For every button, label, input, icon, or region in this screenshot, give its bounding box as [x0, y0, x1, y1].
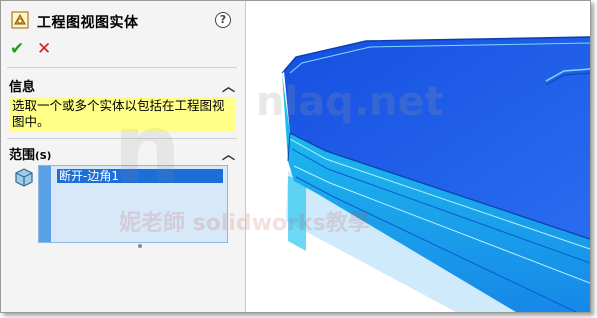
info-section-header[interactable]: 信息 ︿: [9, 76, 237, 95]
scope-shortcut: (S): [35, 151, 52, 162]
panel-title: 工程图视图实体: [37, 15, 139, 31]
chevron-up-icon[interactable]: ︿: [222, 144, 235, 163]
cancel-x-icon[interactable]: ✕: [37, 39, 51, 59]
watermark-subtitle: 妮老師 solidworks教學: [119, 211, 370, 236]
drawing-view-body-icon: [11, 11, 29, 29]
list-focus-stripe: [39, 166, 51, 242]
info-section-title: 信息: [9, 80, 36, 95]
panel-title-row: 工程图视图实体 ?: [1, 1, 245, 37]
chevron-up-icon[interactable]: ︿: [222, 76, 235, 95]
window: 工程图视图实体 ? ✔ ✕ 信息 ︿ 选取一个或多个实体以包括在工程图视图中。 …: [0, 0, 591, 313]
watermark-logo-glyph: n: [113, 93, 182, 205]
list-resize-handle[interactable]: [138, 244, 142, 248]
scope-section-title: 范围: [9, 148, 36, 163]
solid-body-icon: [15, 168, 33, 187]
help-icon[interactable]: ?: [215, 12, 231, 28]
sheet-metal-model: [281, 36, 590, 312]
graphics-viewport[interactable]: [246, 1, 590, 312]
watermark-logo-text: nlaq.net: [256, 79, 444, 125]
divider: [7, 67, 237, 68]
ok-check-icon[interactable]: ✔: [10, 39, 24, 59]
